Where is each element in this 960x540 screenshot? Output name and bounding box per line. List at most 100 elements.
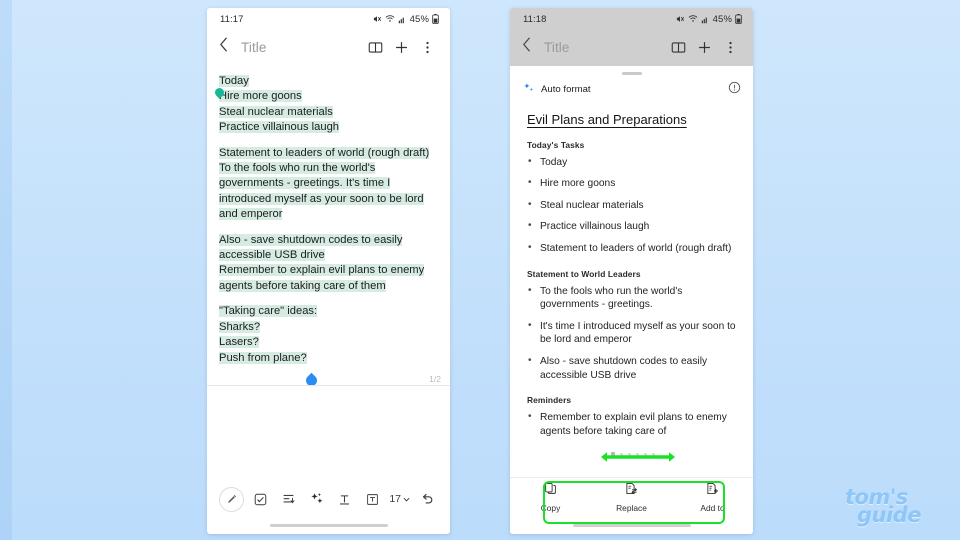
- left-edge-strip: [0, 0, 12, 540]
- wifi-icon: [385, 14, 395, 24]
- replace-label: Replace: [616, 503, 647, 513]
- note-line[interactable]: To the fools who run the world's: [207, 161, 450, 176]
- note-line[interactable]: and emperor: [207, 207, 450, 222]
- toms-guide-logo: tom's guide: [845, 487, 921, 526]
- section-heading: Statement to World Leaders: [527, 269, 739, 279]
- note-line[interactable]: Remember to explain evil plans to enemy: [207, 263, 450, 278]
- add-icon[interactable]: [691, 34, 717, 60]
- swipe-left-right-arrow-annotation: [600, 451, 676, 463]
- signal-icon: [398, 15, 407, 24]
- note-blank-line: [207, 223, 450, 233]
- copy-label: Copy: [541, 503, 561, 513]
- text-style-icon[interactable]: [334, 488, 356, 510]
- document-title: Evil Plans and Preparations: [527, 112, 739, 127]
- bullet-item: It's time I introduced myself as your so…: [527, 320, 739, 347]
- auto-format-label: Auto format: [541, 84, 591, 95]
- note-line[interactable]: introduced myself as your soon to be lor…: [207, 192, 450, 207]
- note-line[interactable]: Also - save shutdown codes to easily: [207, 233, 450, 248]
- bullet-item: Practice villainous laugh: [527, 220, 739, 234]
- font-size-selector[interactable]: 17: [389, 493, 410, 505]
- undo-icon[interactable]: [416, 488, 438, 510]
- replace-button[interactable]: Replace: [591, 482, 672, 513]
- gesture-home-bar: [573, 524, 691, 527]
- copy-icon: [544, 482, 557, 500]
- text-format-icon[interactable]: [278, 488, 300, 510]
- add-icon[interactable]: [388, 34, 414, 60]
- auto-format-bottom-sheet: Auto format Evil Plans and Preparations …: [510, 66, 753, 534]
- page-indicator: 1/2: [429, 374, 441, 384]
- logo-line-2: guide: [857, 505, 921, 526]
- mute-icon: [675, 14, 685, 24]
- text-box-icon[interactable]: [361, 488, 383, 510]
- bullet-item: Today: [527, 156, 739, 170]
- note-line[interactable]: "Taking care" ideas:: [207, 304, 450, 319]
- add-to-label: Add to: [700, 503, 724, 513]
- app-bar-left: Title: [207, 30, 450, 64]
- section-bullet-list: Today Hire more goons Steal nuclear materi…: [527, 156, 739, 256]
- page-title: Title: [544, 40, 570, 55]
- wifi-icon: [688, 14, 698, 24]
- note-line[interactable]: agents before taking care of them: [207, 279, 450, 294]
- note-line[interactable]: Sharks?: [207, 320, 450, 335]
- sheet-header: Auto format: [510, 75, 753, 101]
- checkbox-icon[interactable]: [250, 488, 272, 510]
- more-options-icon[interactable]: [717, 34, 743, 60]
- note-line[interactable]: Today: [207, 74, 450, 89]
- add-to-button[interactable]: Add to: [672, 482, 753, 513]
- note-line[interactable]: Statement to leaders of world (rough dra…: [207, 146, 450, 161]
- bullet-item: Remember to explain evil plans to enemy …: [527, 411, 739, 438]
- info-exclamation-icon[interactable]: [728, 81, 741, 99]
- note-line[interactable]: Practice villainous laugh: [207, 120, 450, 135]
- gesture-home-bar: [270, 524, 388, 527]
- status-time: 11:17: [220, 14, 244, 25]
- section-bullet-list: To the fools who run the world's governm…: [527, 285, 739, 383]
- add-to-icon: [706, 482, 719, 500]
- mute-icon: [372, 14, 382, 24]
- back-chevron-icon[interactable]: [219, 37, 228, 57]
- view-mode-icon[interactable]: [665, 34, 691, 60]
- section-bullet-list: Remember to explain evil plans to enemy …: [527, 411, 739, 438]
- status-bar-right: 11:18 45%: [510, 8, 753, 30]
- app-bar-right: Title: [510, 30, 753, 64]
- page-title: Title: [241, 40, 267, 55]
- ai-sparkle-icon: [523, 81, 535, 99]
- note-line[interactable]: Hire more goons: [207, 89, 450, 104]
- phone-screenshot-left: 11:17 45% Title: [207, 8, 450, 534]
- section-heading: Reminders: [527, 395, 739, 405]
- battery-percent: 45%: [713, 14, 732, 25]
- note-line[interactable]: governments - greetings. It's time I: [207, 176, 450, 191]
- note-text[interactable]: TodayHire more goonsSteal nuclear materi…: [207, 74, 450, 366]
- document-sections: Today's Tasks Today Hire more goons Steal n…: [527, 140, 739, 439]
- editor-toolbar[interactable]: 17: [207, 482, 450, 516]
- view-mode-icon[interactable]: [362, 34, 388, 60]
- status-time: 11:18: [523, 14, 547, 25]
- battery-icon: [735, 14, 742, 24]
- pen-tool-icon[interactable]: [219, 487, 244, 512]
- replace-icon: [625, 482, 638, 500]
- note-content-area[interactable]: TodayHire more goonsSteal nuclear materi…: [207, 64, 450, 386]
- note-line[interactable]: Steal nuclear materials: [207, 105, 450, 120]
- bullet-item: Hire more goons: [527, 177, 739, 191]
- battery-percent: 45%: [410, 14, 429, 25]
- bullet-item: Statement to leaders of world (rough dra…: [527, 242, 739, 256]
- bullet-item: Steal nuclear materials: [527, 199, 739, 213]
- status-bar-left: 11:17 45%: [207, 8, 450, 30]
- signal-icon: [701, 15, 710, 24]
- bullet-item: Also - save shutdown codes to easily acc…: [527, 355, 739, 382]
- sheet-action-bar[interactable]: Copy Replace Add to: [510, 477, 753, 516]
- note-line[interactable]: Push from plane?: [207, 351, 450, 366]
- copy-button[interactable]: Copy: [510, 482, 591, 513]
- note-divider: [207, 385, 450, 386]
- back-chevron-icon[interactable]: [522, 37, 531, 57]
- section-heading: Today's Tasks: [527, 140, 739, 150]
- more-options-icon[interactable]: [414, 34, 440, 60]
- note-line[interactable]: Lasers?: [207, 335, 450, 350]
- note-blank-line: [207, 294, 450, 304]
- ai-sparkle-icon[interactable]: [306, 488, 328, 510]
- note-line[interactable]: accessible USB drive: [207, 248, 450, 263]
- formatted-document: Evil Plans and Preparations Today's Task…: [510, 101, 753, 457]
- note-blank-line: [207, 136, 450, 146]
- font-size-value: 17: [389, 493, 401, 505]
- bullet-item: To the fools who run the world's governm…: [527, 285, 739, 312]
- chevron-down-icon: [403, 496, 410, 503]
